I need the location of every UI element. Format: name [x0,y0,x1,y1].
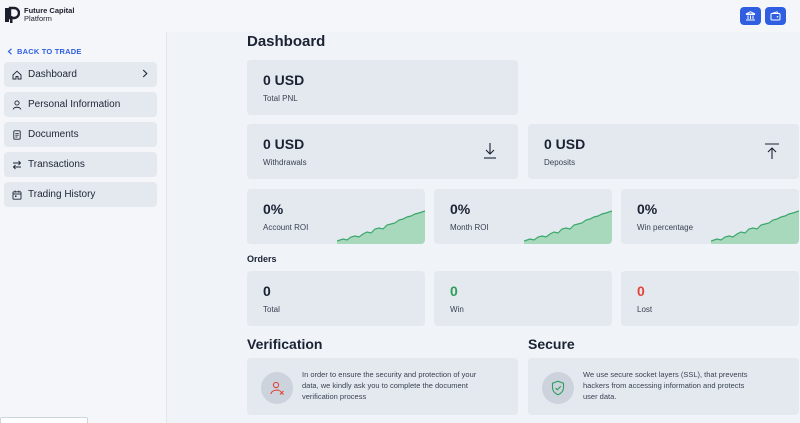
shield-check-icon [542,372,574,404]
verification-text: In order to ensure the security and prot… [302,369,476,402]
chevron-right-icon [142,69,148,78]
transfer-icon [12,160,22,170]
withdrawals-card: 0 USD Withdrawals [247,124,518,179]
sparkline-chart [337,210,425,244]
upload-icon[interactable] [764,142,780,160]
orders-total-value: 0 [263,283,271,299]
account-roi-card: 0% Account ROI [247,189,425,244]
secure-text-line: hackers from accessing information and p… [583,381,745,390]
secure-card: We use secure socket layers (SSL), that … [528,358,799,415]
sidebar-item-personal-information[interactable]: Personal Information [4,92,157,117]
win-percentage-value: 0% [637,201,658,217]
deposits-value: 0 USD [544,136,586,152]
chevron-left-icon [7,48,12,55]
status-url-tooltip [0,417,88,423]
secure-text: We use secure socket layers (SSL), that … [583,369,748,402]
bank-icon [745,11,756,21]
sidebar-item-label: Documents [28,129,79,140]
orders-heading: Orders [247,254,277,264]
win-percentage-label: Win percentage [637,223,694,232]
sidebar-item-documents[interactable]: Documents [4,122,157,147]
logo-icon [5,6,20,23]
total-pnl-label: Total PNL [263,94,298,103]
sidebar-item-trading-history[interactable]: Trading History [4,182,157,207]
deposits-card: 0 USD Deposits [528,124,799,179]
user-denied-icon [261,372,293,404]
secure-text-line: user data. [583,392,617,401]
sidebar-item-dashboard[interactable]: Dashboard [4,62,157,87]
verification-text-line: verification process [302,392,367,401]
orders-win-label: Win [450,305,464,314]
sidebar-item-transactions[interactable]: Transactions [4,152,157,177]
month-roi-value: 0% [450,201,471,217]
deposits-label: Deposits [544,158,576,167]
sidebar-item-label: Personal Information [28,99,121,110]
sparkline-chart [524,210,612,244]
brand-subtitle: Platform [24,14,52,23]
orders-lost-label: Lost [637,305,653,314]
verification-text-line: data, we kindly ask you to complete the … [302,381,468,390]
document-icon [12,129,22,140]
top-bar: Future Capital Platform [0,0,800,32]
calendar-icon [12,190,22,200]
home-icon [12,70,22,80]
verification-text-line: In order to ensure the security and prot… [302,370,477,379]
user-icon [12,99,22,110]
total-pnl-card: 0 USD Total PNL [247,60,518,115]
orders-total-card: 0 Total [247,271,425,326]
orders-lost-value: 0 [637,283,645,299]
account-roi-value: 0% [263,201,284,217]
secure-text-line: We use secure socket layers (SSL), that … [583,370,748,379]
orders-win-value: 0 [450,283,458,299]
withdrawals-label: Withdrawals [263,158,307,167]
back-to-trade-label: BACK TO TRADE [17,47,82,56]
sidebar-item-label: Dashboard [28,69,77,80]
sidebar-item-label: Transactions [28,159,85,170]
account-roi-label: Account ROI [263,223,309,232]
sparkline-chart [711,210,799,244]
secure-title: Secure [528,336,575,352]
back-to-trade-link[interactable]: BACK TO TRADE [7,47,82,56]
month-roi-label: Month ROI [450,223,489,232]
month-roi-card: 0% Month ROI [434,189,612,244]
wallet-button[interactable] [765,7,786,25]
withdrawals-value: 0 USD [263,136,305,152]
orders-lost-card: 0 Lost [621,271,799,326]
orders-total-label: Total [263,305,280,314]
page-title: Dashboard [247,33,326,50]
verification-title: Verification [247,336,323,352]
sidebar-item-label: Trading History [28,189,96,200]
brand-logo[interactable]: Future Capital Platform [4,6,74,24]
verification-card[interactable]: In order to ensure the security and prot… [247,358,518,415]
bank-button[interactable] [740,7,761,25]
download-icon[interactable] [483,142,497,160]
wallet-icon [770,11,781,21]
sidebar: BACK TO TRADE Dashboard Personal Informa… [0,32,167,423]
total-pnl-value: 0 USD [263,72,305,88]
win-percentage-card: 0% Win percentage [621,189,799,244]
orders-win-card: 0 Win [434,271,612,326]
